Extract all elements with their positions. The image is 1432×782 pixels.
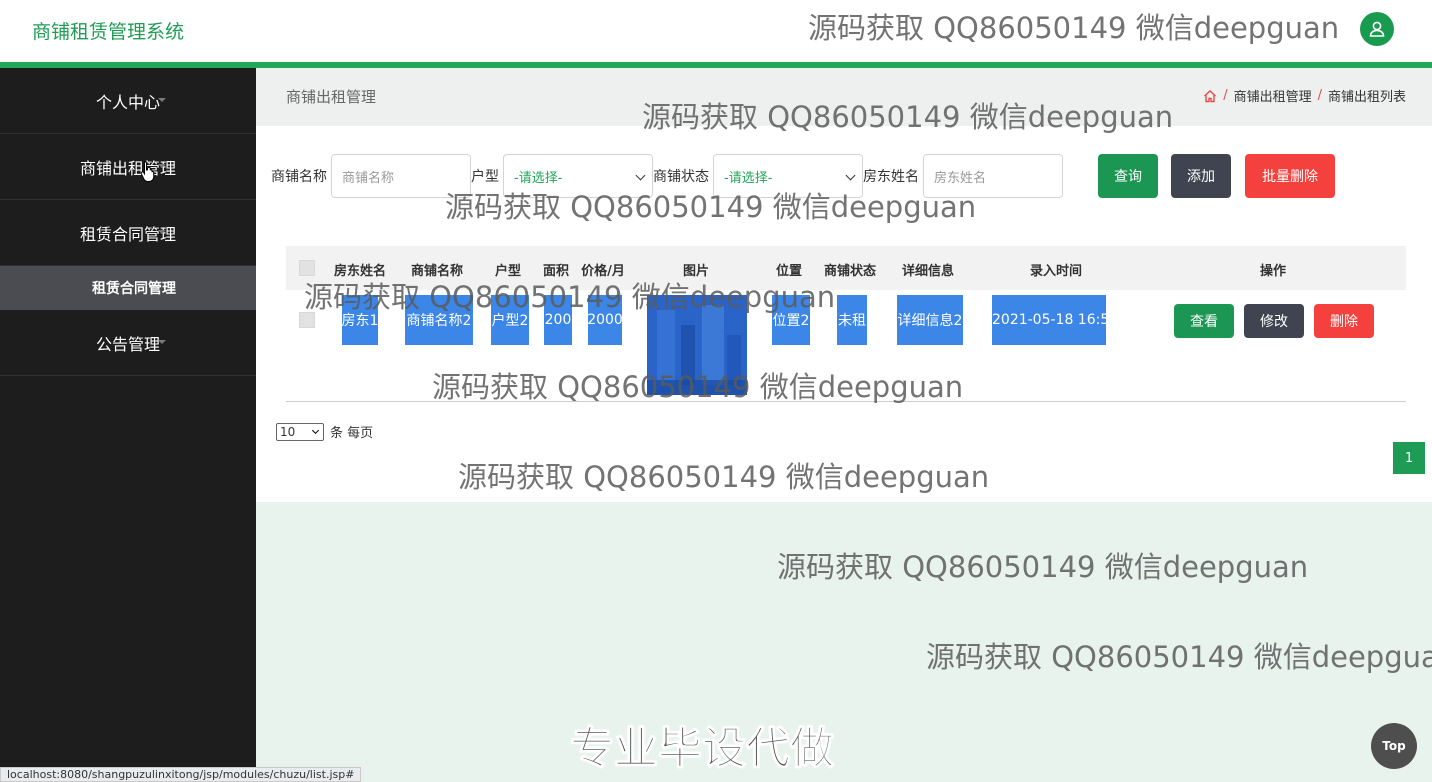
column-header: 操作 — [1259, 264, 1287, 279]
column-header: 价格/月 — [581, 264, 625, 279]
sidebar-item-lease-contract[interactable]: 租赁合同管理 — [0, 200, 256, 266]
page-title: 商铺出租管理 — [286, 88, 377, 106]
page-number-button[interactable]: 1 — [1393, 442, 1425, 474]
type-select[interactable]: -请选择- — [503, 154, 653, 198]
type-select-value: -请选择- — [514, 170, 563, 186]
status-select-value: -请选择- — [724, 170, 773, 186]
home-icon[interactable] — [1203, 89, 1217, 103]
table-header: 房东姓名 商铺名称 户型 面积 价格/月 图片 位置 商铺状态 详细信息 录入时… — [286, 246, 1406, 290]
batch-delete-button[interactable]: 批量删除 — [1245, 154, 1335, 198]
page-size-value: 10 — [280, 424, 296, 439]
back-to-top-button[interactable]: Top — [1371, 723, 1417, 769]
landlord-cell: 房东1 — [342, 295, 378, 345]
time-cell: 2021-05-18 16:55:40 — [992, 295, 1141, 345]
status-select[interactable]: -请选择- — [713, 154, 863, 198]
shop-name-input[interactable]: 商铺名称 — [331, 154, 471, 198]
location-cell: 位置2 — [772, 295, 810, 345]
column-header: 商铺状态 — [823, 264, 877, 279]
column-header: 面积 — [542, 264, 570, 279]
column-header: 户型 — [494, 264, 522, 279]
select-all-checkbox[interactable] — [299, 260, 315, 276]
app-title: 商铺租赁管理系统 — [32, 21, 185, 43]
area-cell: 200 — [544, 295, 572, 345]
search-button[interactable]: 查询 — [1098, 154, 1158, 198]
sidebar-item-label: 个人中心 — [95, 92, 160, 112]
caret-down-icon — [158, 98, 166, 102]
caret-down-icon — [158, 230, 166, 234]
view-button[interactable]: 查看 — [1174, 304, 1234, 338]
user-avatar-icon[interactable] — [1360, 12, 1394, 46]
status-cell: 未租 — [837, 295, 867, 345]
top-bar: 商铺租赁管理系统 — [0, 0, 1432, 68]
column-header: 详细信息 — [901, 264, 955, 279]
search-form: 商铺名称 商铺名称 户型 -请选择- 商铺状态 -请选择- 房东姓名 房东姓名 … — [256, 154, 1432, 198]
page-size-select[interactable]: 10 — [276, 422, 324, 441]
main-panel: 商铺出租管理 / 商铺出租管理 / 商铺出租列表 商铺名称 商铺名称 户型 -请… — [256, 68, 1432, 502]
add-button[interactable]: 添加 — [1171, 154, 1231, 198]
shop-image — [647, 295, 747, 395]
type-cell: 户型2 — [491, 295, 529, 345]
status-bar-url: localhost:8080/shangpuzulinxitong/jsp/mo… — [0, 767, 362, 782]
sidebar-item-shop-rental[interactable]: 商铺出租管理 — [0, 134, 256, 200]
breadcrumb-item: 商铺出租列表 — [1327, 90, 1406, 105]
landlord-label: 房东姓名 — [863, 169, 919, 185]
delete-button[interactable]: 删除 — [1314, 304, 1374, 338]
edit-button[interactable]: 修改 — [1244, 304, 1304, 338]
chevron-down-icon — [311, 426, 320, 434]
type-label: 户型 — [471, 169, 499, 185]
breadcrumb-separator: / — [1223, 88, 1228, 103]
data-table: 房东姓名 商铺名称 户型 面积 价格/月 图片 位置 商铺状态 详细信息 录入时… — [286, 246, 1406, 402]
landlord-input[interactable]: 房东姓名 — [923, 154, 1063, 198]
chevron-down-icon — [845, 170, 856, 181]
hand-cursor-icon — [140, 161, 155, 182]
sidebar-item-personal-center[interactable]: 个人中心 — [0, 68, 256, 134]
detail-cell: 详细信息2 — [897, 295, 963, 345]
column-header: 位置 — [775, 264, 803, 279]
per-page-label: 条 每页 — [330, 426, 374, 441]
chevron-down-icon — [635, 170, 646, 181]
sidebar: 个人中心 商铺出租管理 租赁合同管理 租赁合同管理 公告管理 — [0, 68, 256, 782]
column-header: 商铺名称 — [410, 264, 464, 279]
caret-down-icon — [158, 164, 166, 168]
caret-down-icon — [158, 340, 166, 344]
watermark-text: 源码获取 QQ86050149 微信deepguan — [777, 550, 1309, 584]
column-header: 图片 — [682, 264, 710, 279]
sidebar-item-label: 公告管理 — [95, 334, 160, 354]
submenu-item-lease-contract[interactable]: 租赁合同管理 — [0, 266, 256, 310]
shop-name-cell: 商铺名称2 — [405, 295, 473, 345]
pagination-size: 10 条 每页 — [276, 422, 373, 441]
status-label: 商铺状态 — [653, 169, 709, 185]
breadcrumb-item[interactable]: 商铺出租管理 — [1234, 86, 1312, 105]
shop-name-label: 商铺名称 — [271, 169, 327, 185]
submenu-item-label: 租赁合同管理 — [92, 281, 176, 297]
breadcrumb-separator: / — [1317, 88, 1322, 103]
sidebar-item-notice[interactable]: 公告管理 — [0, 310, 256, 376]
column-header: 房东姓名 — [333, 264, 387, 279]
page-header: 商铺出租管理 / 商铺出租管理 / 商铺出租列表 — [256, 68, 1432, 126]
watermark-big-text: 专业毕设代做 — [570, 723, 835, 775]
watermark-text: 源码获取 QQ86050149 微信deepguan — [926, 640, 1432, 674]
row-checkbox[interactable] — [299, 312, 315, 328]
breadcrumb: / 商铺出租管理 / 商铺出租列表 — [1203, 86, 1406, 105]
price-cell: 2000 — [587, 295, 623, 345]
column-header: 录入时间 — [1029, 264, 1083, 279]
